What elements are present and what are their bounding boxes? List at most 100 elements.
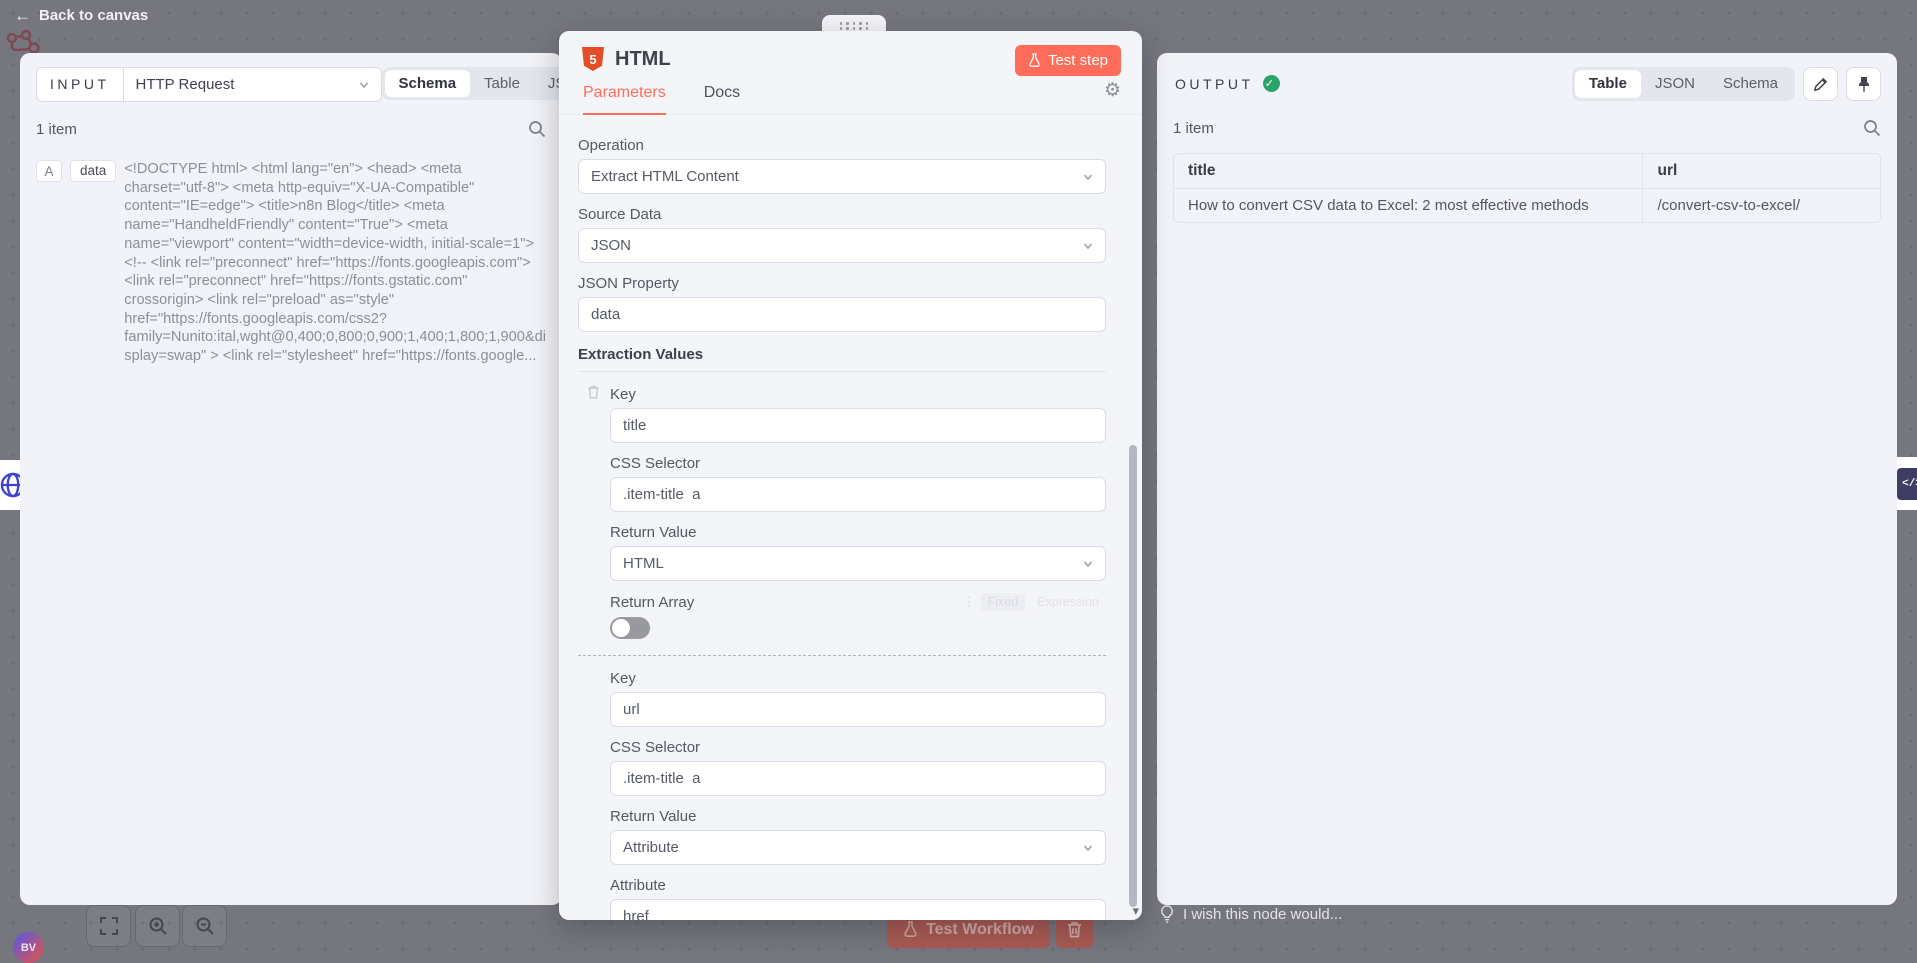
tab-parameters[interactable]: Parameters	[583, 84, 666, 115]
html5-icon: 5	[582, 47, 604, 71]
type-string-badge: A	[36, 160, 62, 182]
zoom-to-fit-button[interactable]	[86, 905, 131, 947]
search-icon[interactable]	[528, 120, 546, 138]
cell-url: /convert-csv-to-excel/	[1643, 189, 1880, 222]
schema-key-badge[interactable]: data	[70, 160, 116, 182]
lightbulb-icon	[1160, 905, 1174, 923]
chevron-down-icon	[359, 80, 369, 90]
source-data-select[interactable]: JSON	[578, 228, 1106, 263]
key-label: Key	[610, 670, 1106, 687]
return-value-label: Return Value	[610, 808, 1106, 825]
avatar-initials: BV	[21, 942, 36, 954]
back-to-canvas-label: Back to canvas	[39, 7, 148, 24]
output-panel-label: OUTPUT	[1175, 76, 1254, 92]
ndv-overlay: ← Back to canvas Test Workflow	[0, 0, 1917, 963]
column-header-url: url	[1643, 154, 1880, 188]
avatar[interactable]: BV	[13, 932, 44, 963]
output-panel: OUTPUT ✓ Table JSON Schema	[1157, 53, 1897, 905]
chevron-down-icon	[1083, 559, 1093, 569]
zoom-out-button[interactable]	[182, 905, 227, 947]
parameter-input-options: ⋮ Fixed Expression	[963, 593, 1106, 611]
output-tab-table[interactable]: Table	[1575, 70, 1641, 98]
search-icon[interactable]	[1863, 119, 1881, 137]
zoom-out-icon	[195, 916, 215, 936]
pin-data-button[interactable]	[1846, 67, 1881, 101]
output-tab-json[interactable]: JSON	[1641, 70, 1709, 98]
input-source-select[interactable]: HTTP Request	[124, 67, 382, 102]
input-tab-schema[interactable]: Schema	[385, 70, 471, 97]
scroll-down-icon[interactable]: ▾	[1132, 903, 1139, 919]
flask-icon	[903, 921, 918, 938]
modal-scrollbar-thumb[interactable]	[1129, 445, 1137, 907]
input-tab-table[interactable]: Table	[470, 70, 534, 97]
input-panel-label: INPUT	[36, 67, 124, 102]
tab-docs[interactable]: Docs	[704, 84, 740, 114]
attribute-label: Attribute	[610, 877, 1106, 894]
output-item-count: 1 item	[1173, 120, 1214, 137]
input-panel: INPUT HTTP Request Schema Table JSON 1 i…	[20, 53, 562, 905]
test-step-label: Test step	[1048, 52, 1108, 69]
back-to-canvas-link[interactable]: ← Back to canvas	[14, 7, 148, 24]
attribute-value: href	[623, 908, 649, 920]
trash-icon	[1067, 921, 1082, 938]
flask-icon	[1028, 53, 1041, 68]
cell-title: How to convert CSV data to Excel: 2 most…	[1174, 189, 1643, 222]
return-value-label: Return Value	[610, 524, 1106, 541]
attribute-input[interactable]: href	[610, 899, 1106, 920]
node-settings-gear-icon[interactable]: ⚙	[1104, 79, 1121, 102]
return-value-value: HTML	[623, 555, 664, 572]
operation-label: Operation	[578, 137, 1106, 154]
options-dots-icon[interactable]: ⋮	[963, 594, 976, 610]
css-selector-label: CSS Selector	[610, 739, 1106, 756]
edit-output-button[interactable]	[1803, 67, 1838, 101]
return-value-select[interactable]: HTML	[610, 546, 1106, 581]
schema-row: A data <!DOCTYPE html> <html lang="en"> …	[20, 138, 562, 366]
remove-item-button[interactable]	[587, 385, 600, 399]
key-input[interactable]: url	[610, 692, 1106, 727]
css-selector-input[interactable]: .item-title a	[610, 477, 1106, 512]
back-arrow-icon: ←	[14, 7, 31, 24]
json-property-value: data	[591, 306, 620, 323]
node-feedback-link[interactable]: I wish this node would...	[1160, 905, 1342, 923]
source-data-value: JSON	[591, 237, 631, 254]
node-title: HTML	[615, 48, 671, 71]
expression-option[interactable]: Expression	[1030, 593, 1106, 611]
output-table: title url How to convert CSV data to Exc…	[1173, 153, 1881, 223]
extraction-value-group-2: Key url CSS Selector .item-title a Retur…	[610, 656, 1106, 920]
fixed-option[interactable]: Fixed	[981, 593, 1026, 611]
extraction-value-group-1: Key title CSS Selector .item-title a Ret…	[610, 372, 1106, 639]
key-input[interactable]: title	[610, 408, 1106, 443]
wish-text: I wish this node would...	[1183, 906, 1342, 923]
html5-icon-glyph: 5	[589, 52, 596, 67]
return-value-value: Attribute	[623, 839, 679, 856]
pencil-icon	[1813, 77, 1828, 92]
json-property-label: JSON Property	[578, 275, 1106, 292]
table-row: How to convert CSV data to Excel: 2 most…	[1174, 189, 1880, 222]
key-value: title	[623, 417, 646, 434]
zoom-in-icon	[148, 916, 168, 936]
output-view-tabs: Table JSON Schema	[1572, 67, 1795, 101]
toggle-knob	[612, 619, 630, 637]
return-array-toggle[interactable]	[610, 617, 650, 639]
output-tab-schema[interactable]: Schema	[1709, 70, 1792, 98]
chevron-down-icon	[1083, 241, 1093, 251]
code-icon: </>	[1897, 468, 1917, 500]
test-step-button[interactable]: Test step	[1015, 45, 1121, 76]
css-selector-input[interactable]: .item-title a	[610, 761, 1106, 796]
fit-view-icon	[99, 916, 119, 936]
test-workflow-label: Test Workflow	[926, 921, 1034, 939]
drag-dots-icon	[840, 22, 869, 30]
json-property-input[interactable]: data	[578, 297, 1106, 332]
operation-select[interactable]: Extract HTML Content	[578, 159, 1106, 194]
key-value: url	[623, 701, 640, 718]
source-data-label: Source Data	[578, 206, 1106, 223]
output-table-header: title url	[1174, 154, 1880, 189]
column-header-title: title	[1174, 154, 1643, 188]
return-value-select[interactable]: Attribute	[610, 830, 1106, 865]
extraction-values-heading: Extraction Values	[578, 346, 1106, 363]
css-selector-value: .item-title a	[623, 486, 701, 503]
trash-icon	[587, 385, 600, 399]
success-check-icon: ✓	[1263, 75, 1280, 92]
schema-value-text: <!DOCTYPE html> <html lang="en"> <head> …	[124, 160, 546, 366]
zoom-in-button[interactable]	[135, 905, 180, 947]
